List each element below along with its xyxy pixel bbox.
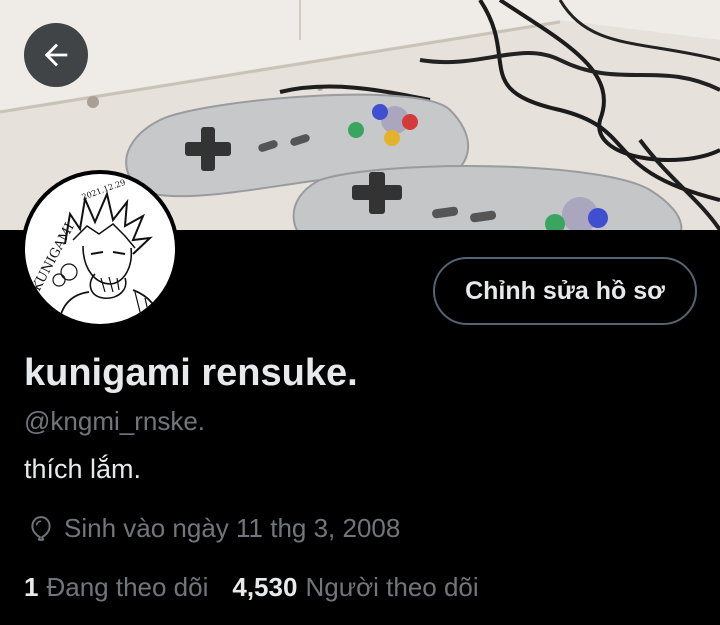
avatar-image: KUNIGAMI 2021.12.29 [25,174,175,324]
followers-count: 4,530 [232,572,298,602]
arrow-left-icon [44,43,68,67]
birth-date-text: Sinh vào ngày 11 thg 3, 2008 [64,513,401,543]
following-link[interactable]: 1 Đang theo dõi [24,572,208,603]
followers-link[interactable]: 4,530 Người theo dõi [232,572,478,603]
followers-label: Người theo dõi [305,572,479,602]
balloon-icon [28,515,54,543]
follow-stats: 1 Đang theo dõi 4,530 Người theo dõi [24,572,479,603]
avatar[interactable]: KUNIGAMI 2021.12.29 [21,170,179,328]
birth-date: Sinh vào ngày 11 thg 3, 2008 [28,513,400,544]
svg-text:2021.12.29: 2021.12.29 [81,178,127,202]
user-handle: @kngmi_rnske. [24,406,206,436]
edit-profile-button[interactable]: Chỉnh sửa hồ sơ [433,257,697,325]
following-count: 1 [24,572,39,602]
display-name: kunigami rensuke. [24,352,358,394]
back-button[interactable] [24,23,88,87]
following-label: Đang theo dõi [46,572,209,602]
profile-bio: thích lắm. [24,454,142,484]
character-sketch-image: KUNIGAMI 2021.12.29 [29,178,162,324]
